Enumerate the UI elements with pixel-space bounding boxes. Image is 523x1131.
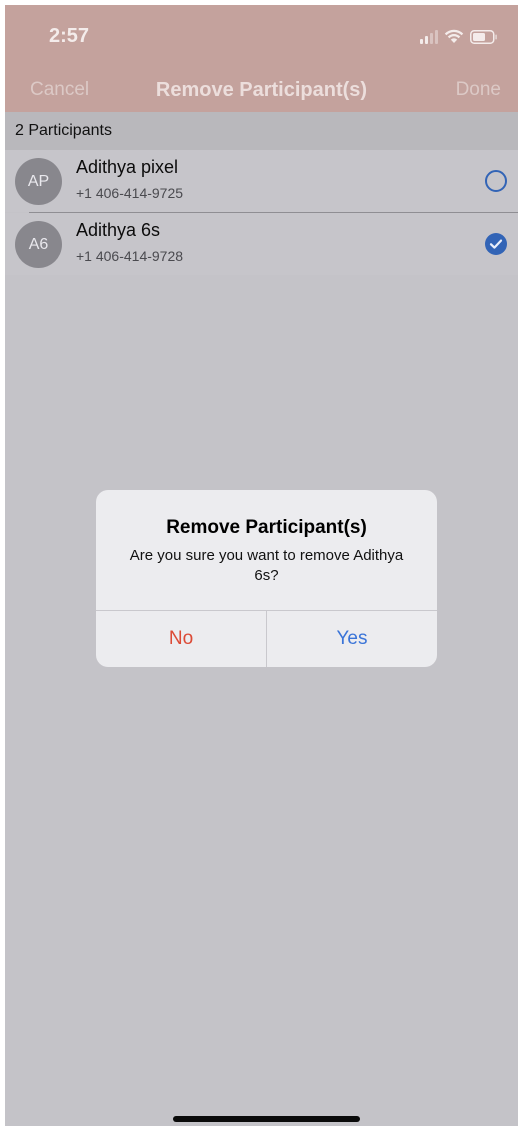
alert-title: Remove Participant(s) (166, 517, 367, 538)
status-time: 2:57 (49, 25, 90, 47)
participant-phone: +1 406-414-9728 (76, 248, 184, 264)
participant-name: Adithya 6s (76, 220, 161, 240)
no-button[interactable]: No (96, 611, 266, 667)
participant-name: Adithya pixel (76, 157, 179, 177)
participant-row-adithya-pixel[interactable]: AP Adithya pixel +1 406-414-9725 (5, 150, 518, 212)
done-button[interactable]: Done (456, 79, 501, 101)
wifi-icon (444, 29, 464, 44)
app-screen: 2:57 Cancel Remove Participant(s) Done 2… (5, 5, 518, 1126)
home-indicator[interactable] (173, 1116, 360, 1122)
unchecked-circle-icon[interactable] (485, 170, 507, 192)
battery-icon (470, 30, 498, 44)
yes-button[interactable]: Yes (267, 611, 437, 667)
page-title: Remove Participant(s) (155, 79, 368, 101)
checkmark-circle-icon[interactable] (485, 233, 507, 255)
participants-count-label: 2 Participants (15, 122, 112, 139)
header: 2:57 Cancel Remove Participant(s) Done (5, 5, 518, 112)
participants-section-header: 2 Participants (5, 112, 518, 150)
avatar: A6 (15, 221, 62, 268)
status-icons (420, 28, 498, 44)
participant-phone: +1 406-414-9725 (76, 185, 184, 201)
alert-message: Are you sure you want to remove Adithya … (129, 547, 404, 584)
cellular-signal-icon (420, 30, 438, 44)
avatar: AP (15, 158, 62, 205)
confirm-remove-alert: Remove Participant(s) Are you sure you w… (96, 490, 437, 667)
participant-row-adithya-6s[interactable]: A6 Adithya 6s +1 406-414-9728 (5, 213, 518, 275)
